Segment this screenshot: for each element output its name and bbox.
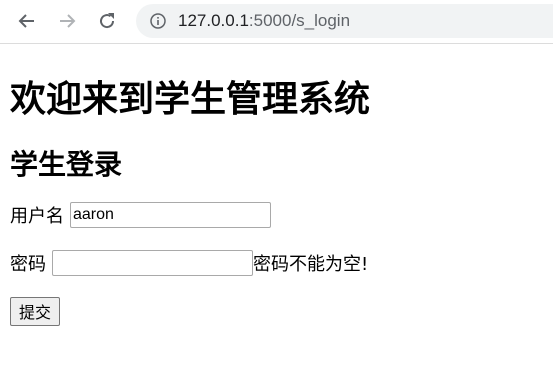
login-form: 用户名 密码 密码不能为空! 提交 xyxy=(10,200,543,326)
info-icon[interactable] xyxy=(148,11,168,31)
password-error-message: 密码不能为空! xyxy=(253,254,369,275)
page-title: 欢迎来到学生管理系统 xyxy=(10,79,371,120)
login-heading: 学生登录 xyxy=(10,148,123,181)
password-input[interactable] xyxy=(52,250,253,276)
password-row: 密码 密码不能为空! xyxy=(10,248,543,278)
submit-row: 提交 xyxy=(10,296,543,326)
password-label: 密码 xyxy=(10,254,46,275)
address-bar[interactable]: 127.0.0.1:5000/s_login xyxy=(136,4,553,38)
browser-toolbar: 127.0.0.1:5000/s_login xyxy=(0,0,553,44)
submit-button[interactable]: 提交 xyxy=(10,296,61,326)
url-path: :5000/s_login xyxy=(248,11,351,30)
username-row: 用户名 xyxy=(10,200,543,230)
username-input[interactable] xyxy=(70,202,271,228)
reload-icon[interactable] xyxy=(95,9,119,33)
forward-arrow-icon[interactable] xyxy=(55,9,79,33)
url-host: 127.0.0.1 xyxy=(178,11,249,30)
url-text[interactable]: 127.0.0.1:5000/s_login xyxy=(178,11,350,31)
username-label: 用户名 xyxy=(10,206,64,227)
back-arrow-icon[interactable] xyxy=(15,9,39,33)
page-content: 欢迎来到学生管理系统 学生登录 用户名 密码 密码不能为空! 提交 xyxy=(0,79,553,326)
